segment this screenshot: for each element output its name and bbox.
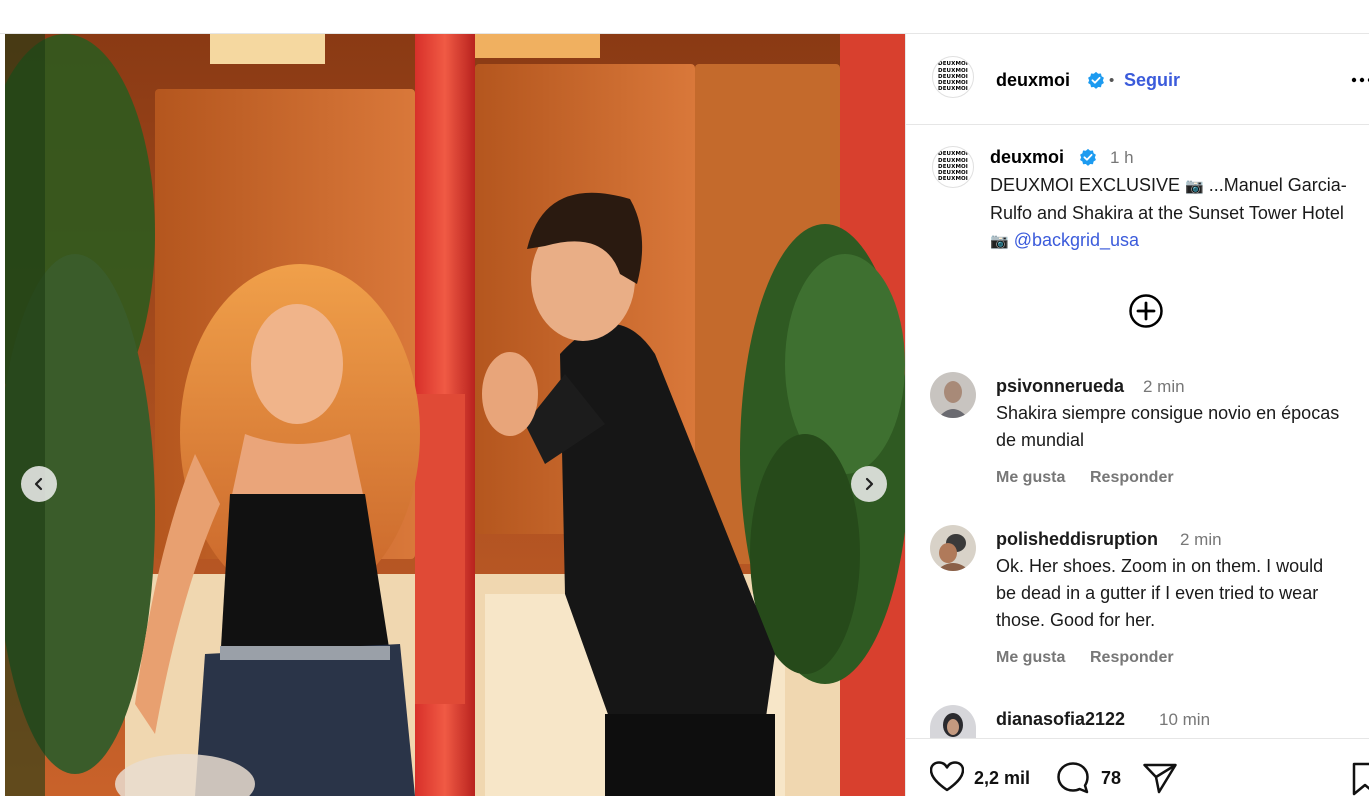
comment-username[interactable]: dianasofia2122 [996,709,1125,730]
previous-photo-button[interactable] [21,466,57,502]
next-photo-button[interactable] [851,466,887,502]
chevron-right-icon [865,477,874,491]
heart-icon[interactable] [930,761,964,793]
verified-badge-icon [1080,148,1096,166]
reply-comment-button[interactable]: Responder [1090,469,1174,487]
avatar-image [930,705,976,738]
commenter-avatar[interactable] [930,705,976,738]
caption-time: 1 h [1110,148,1134,167]
avatar-image [930,525,976,571]
comment-time: 2 min [1143,377,1185,396]
commenter-avatar[interactable] [930,525,976,571]
caption-avatar[interactable]: DEUXMOI DEUXMOI DEUXMOI DEUXMOI DEUXMOI [932,146,974,188]
caption-username[interactable]: deuxmoi [990,147,1064,168]
browser-top-strip [0,0,1369,34]
logo-text: DEUXMOI [938,176,968,183]
comment-text: Shakira siempre consigue novio en épocas… [996,403,1340,450]
commenter-avatar[interactable] [930,372,976,418]
header-username[interactable]: deuxmoi [996,70,1070,91]
likes-count[interactable]: 2,2 mil [974,768,1030,789]
more-options-icon[interactable] [1350,70,1369,90]
follow-button[interactable]: Seguir [1124,70,1180,91]
comment-text: Ok. Her shoes. Zoom in on them. I would … [996,556,1324,630]
comment-time: 10 min [1159,710,1211,729]
post-side-panel: DEUXMOI DEUXMOI DEUXMOI DEUXMOI DEUXMOI … [905,34,1369,796]
add-comment-icon[interactable] [1128,293,1164,329]
post-header: DEUXMOI DEUXMOI DEUXMOI DEUXMOI DEUXMOI … [906,34,1369,125]
comment-icon[interactable] [1056,761,1090,795]
like-comment-button[interactable]: Me gusta [996,469,1065,487]
caption-headline: DEUXMOI EXCLUSIVE [990,175,1181,195]
post-photo [5,34,905,796]
deuxmoi-logo-avatar[interactable]: DEUXMOI DEUXMOI DEUXMOI DEUXMOI DEUXMOI [932,56,974,98]
like-comment-button[interactable]: Me gusta [996,649,1065,667]
caption-text: DEUXMOI EXCLUSIVE 📷 ...Manuel Garcia-Rul… [990,172,1360,255]
bookmark-icon[interactable] [1352,761,1369,797]
comment-username[interactable]: psivonnerueda [996,376,1124,397]
camera-icon: 📷 [1185,178,1204,195]
logo-text: DEUXMOI [938,86,968,93]
post-action-bar: 2,2 mil 78 [906,738,1369,796]
mention-link[interactable]: @backgrid_usa [1014,230,1139,250]
share-icon[interactable] [1142,761,1178,795]
comments-count[interactable]: 78 [1101,768,1121,789]
chevron-left-icon [34,477,43,491]
verified-badge-icon [1088,71,1104,89]
comment-time: 2 min [1180,530,1222,549]
comment-username[interactable]: polisheddisruption [996,529,1158,550]
avatar-image [930,372,976,418]
camera-icon: 📷 [990,233,1009,250]
reply-comment-button[interactable]: Responder [1090,649,1174,667]
photo-illustration [5,34,905,796]
header-separator: • [1109,72,1115,89]
